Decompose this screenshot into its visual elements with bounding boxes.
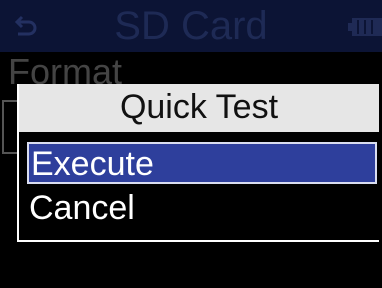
header-bar: SD Card — [0, 0, 382, 52]
cancel-option[interactable]: Cancel — [27, 188, 377, 230]
device-screen: SD Card Format Quick Test Execute Cancel — [0, 0, 382, 288]
quick-test-dialog: Quick Test Execute Cancel — [17, 84, 379, 242]
page-title: SD Card — [114, 4, 268, 48]
battery-icon — [348, 18, 382, 36]
execute-option[interactable]: Execute — [27, 142, 377, 184]
background-item-frame — [2, 100, 18, 154]
dialog-title: Quick Test — [19, 84, 379, 132]
